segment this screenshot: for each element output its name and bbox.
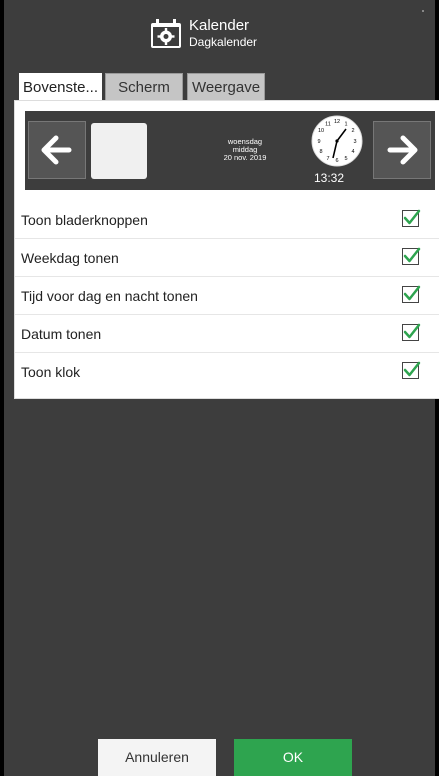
app-subtitle: Dagkalender <box>189 35 258 49</box>
option-row[interactable]: Toon bladerknoppen <box>15 201 439 239</box>
svg-text:4: 4 <box>351 149 354 155</box>
svg-text:10: 10 <box>318 128 324 134</box>
svg-text:5: 5 <box>344 156 347 162</box>
option-row[interactable]: Toon klok <box>15 353 439 391</box>
svg-text:9: 9 <box>317 139 320 145</box>
svg-text:6: 6 <box>335 158 338 164</box>
svg-text:3: 3 <box>353 139 356 145</box>
checkbox-checked[interactable] <box>402 209 421 227</box>
check-icon <box>403 361 421 377</box>
arrow-left-icon <box>41 135 72 165</box>
svg-text:1: 1 <box>344 122 347 128</box>
option-label: Toon klok <box>21 364 81 380</box>
cancel-button[interactable]: Annuleren <box>98 739 216 776</box>
option-label: Tijd voor dag en nacht tonen <box>21 288 198 304</box>
svg-text:11: 11 <box>325 122 331 128</box>
settings-panel: woensdag middag 20 nov. 2019 12 1 2 3 4 … <box>14 100 439 399</box>
check-icon <box>403 285 421 301</box>
app-title: Kalender <box>189 17 250 34</box>
tab-bovenste[interactable]: Bovenste... <box>19 73 102 101</box>
check-icon <box>403 323 421 339</box>
header: Kalender Dagkalender <box>4 0 435 64</box>
check-icon <box>403 247 421 263</box>
next-button[interactable] <box>373 121 431 179</box>
checkbox-checked[interactable] <box>402 361 421 379</box>
svg-text:8: 8 <box>319 149 322 155</box>
svg-text:7: 7 <box>326 156 329 162</box>
previous-button[interactable] <box>28 121 86 179</box>
analog-clock-icon: 12 1 2 3 4 5 6 7 8 9 10 11 <box>310 114 364 168</box>
app-screen: Kalender Dagkalender Bovenste... Scherm … <box>4 0 439 776</box>
date-label: 20 nov. 2019 <box>223 153 267 162</box>
checkbox-checked[interactable] <box>402 247 421 265</box>
checkbox-checked[interactable] <box>402 323 421 341</box>
date-info: woensdag middag 20 nov. 2019 <box>195 138 295 162</box>
calendar-preview: woensdag middag 20 nov. 2019 12 1 2 3 4 … <box>25 111 435 190</box>
day-image-placeholder <box>91 123 147 179</box>
checkbox-checked[interactable] <box>402 285 421 303</box>
ok-button[interactable]: OK <box>234 739 352 776</box>
footer-bar: Annuleren OK <box>4 739 435 776</box>
svg-text:12: 12 <box>334 119 340 125</box>
check-icon <box>403 209 421 225</box>
status-indicator <box>422 10 424 12</box>
option-row[interactable]: Datum tonen <box>15 315 439 353</box>
option-label: Toon bladerknoppen <box>21 212 148 228</box>
option-list: Toon bladerknoppen Weekdag tonen Tijd vo… <box>15 201 439 391</box>
digital-time: 13:32 <box>314 171 345 185</box>
tab-weergave[interactable]: Weergave <box>187 73 265 100</box>
option-row[interactable]: Weekdag tonen <box>15 239 439 277</box>
calendar-gear-icon <box>149 18 183 50</box>
option-label: Datum tonen <box>21 326 102 342</box>
tab-scherm[interactable]: Scherm <box>105 73 183 100</box>
app-frame: Kalender Dagkalender Bovenste... Scherm … <box>0 0 439 776</box>
option-row[interactable]: Tijd voor dag en nacht tonen <box>15 277 439 315</box>
option-label: Weekdag tonen <box>21 250 119 266</box>
svg-text:2: 2 <box>351 128 354 134</box>
arrow-right-icon <box>387 135 418 165</box>
